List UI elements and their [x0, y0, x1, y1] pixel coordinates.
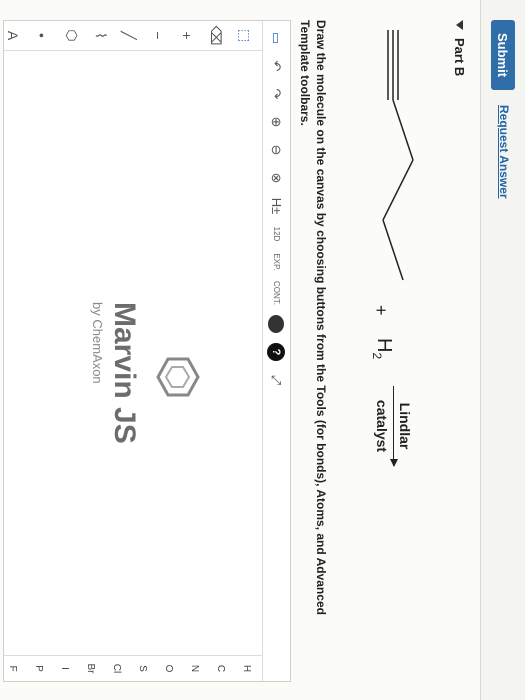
contract-button[interactable]: CONT. [267, 281, 287, 305]
part-title: Part B [452, 38, 467, 77]
atom-button-c[interactable]: C [212, 665, 230, 672]
reaction-plus: + [371, 305, 391, 316]
clear-icon[interactable]: ⊗ [267, 169, 287, 187]
marvin-logo-icon [156, 357, 200, 397]
alkyne-structure [382, 30, 414, 281]
brand-title: Marvin JS [108, 302, 141, 444]
atom-button-p[interactable]: P [30, 665, 48, 672]
zoom-in-icon[interactable]: ⊕ [267, 113, 287, 131]
atom-button-f[interactable]: F [4, 665, 22, 671]
request-answer-link[interactable]: Request Answer [497, 105, 511, 199]
brand-byline: by ChemAxon [90, 302, 105, 384]
reaction-scheme: + H2 Lindlar catalyst [343, 20, 433, 640]
catalyst-top-label: Lindlar [397, 402, 413, 450]
reaction-arrow: Lindlar catalyst [374, 386, 413, 466]
undo-icon[interactable]: ↶ [267, 57, 287, 75]
atom-button-o[interactable]: O [160, 665, 178, 673]
rotated-viewport: Submit Request Answer Part B + H2 Lindla… [0, 0, 525, 700]
settings-icon[interactable] [268, 315, 285, 333]
document-icon[interactable]: ▭ [267, 29, 287, 47]
marvin-editor[interactable]: ▭ ↶ ↷ ⊕ ⊖ ⊗ H± 12D EXP. CONT. ? ⤢ ⬚ ⌫ + … [3, 20, 291, 682]
fullscreen-icon[interactable]: ⤢ [267, 371, 287, 389]
erase-icon[interactable]: ⌫ [206, 26, 225, 46]
single-bond-icon[interactable]: ╱ [120, 27, 139, 45]
charge-minus-button[interactable]: − [148, 27, 167, 45]
atom-label-icon[interactable]: A [4, 27, 23, 45]
atom-button-i[interactable]: I [56, 667, 74, 670]
zoom-out-icon[interactable]: ⊖ [267, 141, 287, 159]
atom-button-cl[interactable]: Cl [108, 664, 126, 673]
left-toolbar: ⬚ ⌫ + − ╱ ⌇ ⬡ • A [4, 21, 262, 51]
lone-pair-icon[interactable]: • [33, 27, 52, 45]
redo-icon[interactable]: ↷ [267, 85, 287, 103]
submit-button[interactable]: Submit [491, 20, 515, 90]
hydrogen-toggle-button[interactable]: H± [267, 197, 287, 215]
atoms-toolbar: H C N O S Cl Br I P F [4, 655, 262, 681]
top-toolbar: ▭ ↶ ↷ ⊕ ⊖ ⊗ H± 12D EXP. CONT. ? ⤢ [262, 21, 290, 681]
top-bar: Submit Request Answer [480, 0, 525, 700]
isotope-button[interactable]: 12D [267, 225, 287, 243]
marvin-brand: Marvin JS by ChemAxon [90, 302, 200, 444]
atom-button-n[interactable]: N [186, 665, 204, 672]
template-icon[interactable]: ⬡ [62, 27, 81, 45]
instructions-text: Draw the molecule on the canvas by choos… [298, 20, 328, 615]
help-button[interactable]: ? [267, 343, 286, 361]
part-header[interactable]: Part B [452, 20, 467, 76]
drawing-canvas[interactable]: Marvin JS by ChemAxon [5, 52, 261, 654]
expand-button[interactable]: EXP. [267, 253, 287, 271]
atom-button-h[interactable]: H [238, 665, 256, 672]
chain-icon[interactable]: ⌇ [91, 27, 110, 45]
atom-button-br[interactable]: Br [82, 664, 100, 674]
charge-plus-button[interactable]: + [177, 27, 196, 45]
catalyst-bottom-label: catalyst [374, 399, 390, 453]
select-icon[interactable]: ⬚ [235, 27, 254, 45]
reagent-h2: H2 [370, 338, 395, 360]
collapse-triangle-icon[interactable] [456, 20, 463, 30]
arrow-icon [393, 386, 394, 466]
atom-button-s[interactable]: S [134, 665, 152, 672]
